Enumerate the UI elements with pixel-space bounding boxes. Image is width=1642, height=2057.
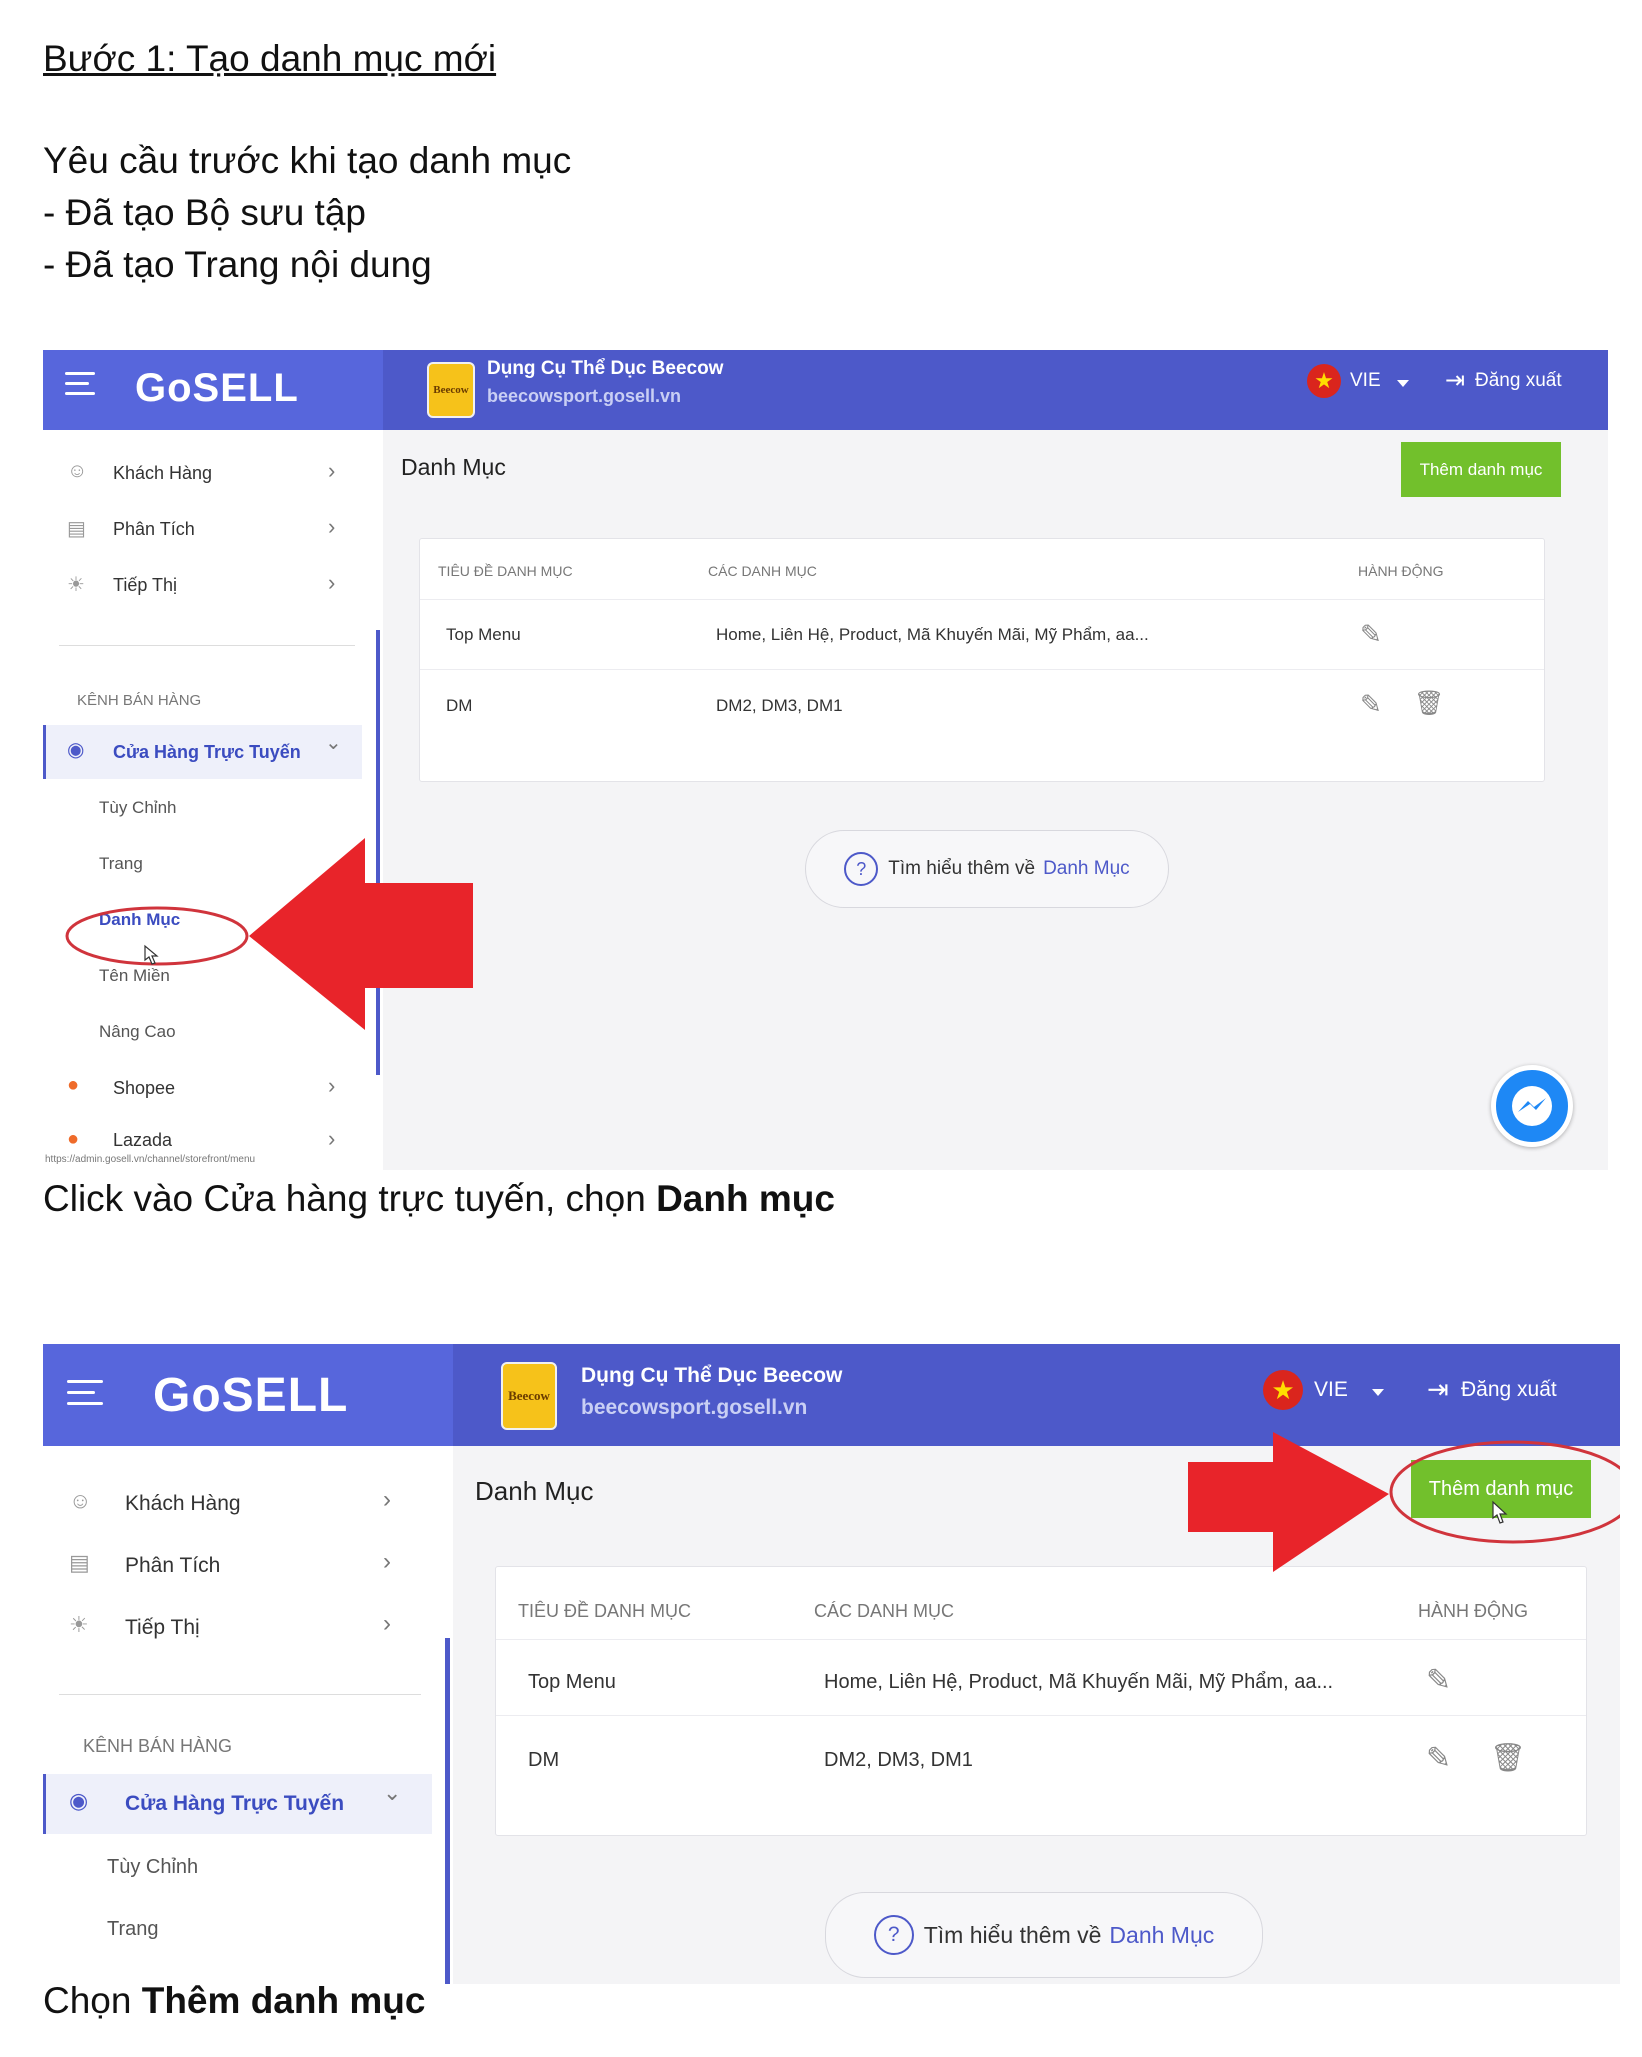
caption-1: Click vào Cửa hàng trực tuyến, chọn Danh… bbox=[43, 1178, 835, 1220]
caption-bold-text: Danh mục bbox=[656, 1178, 835, 1219]
screenshot-1: GoSELL Beecow Dụng Cụ Thể Dục Beecow bee… bbox=[43, 350, 1608, 1170]
caption-text: Chọn bbox=[43, 1980, 142, 2021]
step-title: Bước 1: Tạo danh mục mới bbox=[43, 38, 497, 79]
requirement-item: - Đã tạo Trang nội dung bbox=[43, 244, 432, 285]
caption-bold-text: Thêm danh mục bbox=[141, 1980, 426, 2021]
mouse-cursor-icon bbox=[144, 944, 159, 965]
requirement-item: - Đã tạo Bộ sưu tập bbox=[43, 192, 366, 233]
annotation-overlay bbox=[65, 838, 473, 1030]
caption-2: Chọn Thêm danh mục bbox=[43, 1980, 425, 2022]
screenshot-2: GoSELL Beecow Dụng Cụ Thể Dục Beecow bee… bbox=[43, 1344, 1620, 1984]
caption-text: Click vào Cửa hàng trực tuyến, chọn bbox=[43, 1178, 657, 1219]
highlight-ring bbox=[1389, 1440, 1620, 1544]
requirement-intro: Yêu cầu trước khi tạo danh mục bbox=[43, 140, 572, 181]
mouse-cursor-icon bbox=[1492, 1500, 1508, 1524]
red-arrow-right bbox=[1188, 1432, 1389, 1572]
red-arrow-left bbox=[249, 838, 473, 1030]
annotation-overlay bbox=[1188, 1432, 1620, 1572]
